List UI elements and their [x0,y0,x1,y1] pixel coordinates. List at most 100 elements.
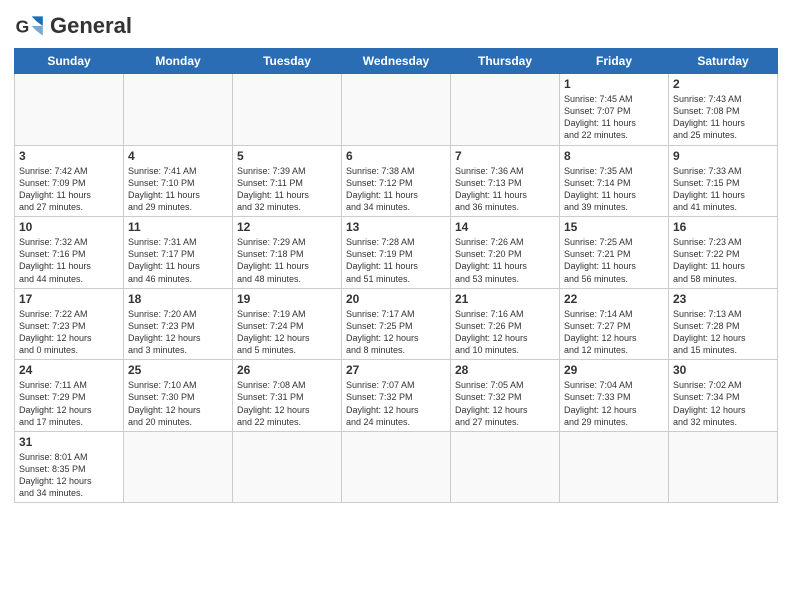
calendar-cell: 6 Sunrise: 7:38 AM Sunset: 7:12 PM Daylig… [342,145,451,217]
day-number: 16 [673,220,773,234]
svg-text:G: G [16,16,30,36]
day-number: 17 [19,292,119,306]
calendar-cell [124,74,233,146]
calendar-cell: 8 Sunrise: 7:35 AM Sunset: 7:14 PM Daylig… [560,145,669,217]
weekday-header-tuesday: Tuesday [233,49,342,74]
day-info: Sunrise: 7:02 AM Sunset: 7:34 PM Dayligh… [673,379,773,428]
day-number: 18 [128,292,228,306]
weekday-header-saturday: Saturday [669,49,778,74]
calendar-cell: 22 Sunrise: 7:14 AM Sunset: 7:27 PM Dayli… [560,288,669,360]
calendar-week-row: 3Sunrise: 7:42 AM Sunset: 7:09 PM Daylig… [15,145,778,217]
day-info: Sunrise: 7:22 AM Sunset: 7:23 PM Dayligh… [19,308,119,357]
day-info: Sunrise: 7:39 AM Sunset: 7:11 PM Dayligh… [237,165,337,214]
calendar-cell: 26Sunrise: 7:08 AM Sunset: 7:31 PM Dayli… [233,360,342,432]
day-info: Sunrise: 7:26 AM Sunset: 7:20 PM Dayligh… [455,236,555,285]
calendar-cell [15,74,124,146]
day-info: Sunrise: 7:11 AM Sunset: 7:29 PM Dayligh… [19,379,119,428]
day-number: 13 [346,220,446,234]
calendar-cell: 2 Sunrise: 7:43 AM Sunset: 7:08 PM Daylig… [669,74,778,146]
page: G General SundayMondayTuesdayWednesdayTh… [0,0,792,513]
calendar-cell [451,431,560,503]
calendar-cell: 24Sunrise: 7:11 AM Sunset: 7:29 PM Dayli… [15,360,124,432]
day-info: Sunrise: 7:33 AM Sunset: 7:15 PM Dayligh… [673,165,773,214]
logo-text: General [50,15,132,37]
calendar-cell: 25 Sunrise: 7:10 AM Sunset: 7:30 PM Dayli… [124,360,233,432]
day-number: 12 [237,220,337,234]
day-number: 6 [346,149,446,163]
calendar-cell [233,431,342,503]
calendar-cell [342,431,451,503]
day-info: Sunrise: 8:01 AM Sunset: 8:35 PM Dayligh… [19,451,119,500]
day-number: 11 [128,220,228,234]
day-number: 25 [128,363,228,377]
calendar-cell [560,431,669,503]
calendar-cell: 27Sunrise: 7:07 AM Sunset: 7:32 PM Dayli… [342,360,451,432]
day-number: 19 [237,292,337,306]
day-number: 3 [19,149,119,163]
day-info: Sunrise: 7:38 AM Sunset: 7:12 PM Dayligh… [346,165,446,214]
calendar-week-row: 10Sunrise: 7:32 AM Sunset: 7:16 PM Dayli… [15,217,778,289]
day-info: Sunrise: 7:17 AM Sunset: 7:25 PM Dayligh… [346,308,446,357]
day-number: 15 [564,220,664,234]
logo-icon: G [14,10,46,42]
logo: G General [14,10,132,42]
weekday-header-wednesday: Wednesday [342,49,451,74]
day-info: Sunrise: 7:20 AM Sunset: 7:23 PM Dayligh… [128,308,228,357]
weekday-header-row: SundayMondayTuesdayWednesdayThursdayFrid… [15,49,778,74]
calendar-table: SundayMondayTuesdayWednesdayThursdayFrid… [14,48,778,503]
day-number: 22 [564,292,664,306]
day-info: Sunrise: 7:35 AM Sunset: 7:14 PM Dayligh… [564,165,664,214]
calendar-cell: 29Sunrise: 7:04 AM Sunset: 7:33 PM Dayli… [560,360,669,432]
day-number: 31 [19,435,119,449]
calendar-cell: 15 Sunrise: 7:25 AM Sunset: 7:21 PM Dayli… [560,217,669,289]
calendar-cell: 7Sunrise: 7:36 AM Sunset: 7:13 PM Daylig… [451,145,560,217]
day-number: 14 [455,220,555,234]
calendar-cell: 9 Sunrise: 7:33 AM Sunset: 7:15 PM Daylig… [669,145,778,217]
calendar-cell: 12 Sunrise: 7:29 AM Sunset: 7:18 PM Dayli… [233,217,342,289]
calendar-cell: 4 Sunrise: 7:41 AM Sunset: 7:10 PM Daylig… [124,145,233,217]
calendar-week-row: 31 Sunrise: 8:01 AM Sunset: 8:35 PM Dayli… [15,431,778,503]
day-number: 26 [237,363,337,377]
calendar-cell: 11 Sunrise: 7:31 AM Sunset: 7:17 PM Dayli… [124,217,233,289]
day-number: 27 [346,363,446,377]
calendar-cell: 30 Sunrise: 7:02 AM Sunset: 7:34 PM Dayli… [669,360,778,432]
day-info: Sunrise: 7:29 AM Sunset: 7:18 PM Dayligh… [237,236,337,285]
day-number: 30 [673,363,773,377]
calendar-cell: 31 Sunrise: 8:01 AM Sunset: 8:35 PM Dayli… [15,431,124,503]
day-number: 5 [237,149,337,163]
calendar-cell: 19 Sunrise: 7:19 AM Sunset: 7:24 PM Dayli… [233,288,342,360]
day-number: 9 [673,149,773,163]
day-info: Sunrise: 7:28 AM Sunset: 7:19 PM Dayligh… [346,236,446,285]
day-number: 2 [673,77,773,91]
day-number: 8 [564,149,664,163]
day-number: 4 [128,149,228,163]
calendar-cell: 23Sunrise: 7:13 AM Sunset: 7:28 PM Dayli… [669,288,778,360]
header: G General [14,10,778,42]
day-info: Sunrise: 7:14 AM Sunset: 7:27 PM Dayligh… [564,308,664,357]
day-info: Sunrise: 7:25 AM Sunset: 7:21 PM Dayligh… [564,236,664,285]
day-info: Sunrise: 7:31 AM Sunset: 7:17 PM Dayligh… [128,236,228,285]
calendar-cell: 17 Sunrise: 7:22 AM Sunset: 7:23 PM Dayli… [15,288,124,360]
day-number: 28 [455,363,555,377]
calendar-cell: 10Sunrise: 7:32 AM Sunset: 7:16 PM Dayli… [15,217,124,289]
day-info: Sunrise: 7:41 AM Sunset: 7:10 PM Dayligh… [128,165,228,214]
calendar-week-row: 1Sunrise: 7:45 AM Sunset: 7:07 PM Daylig… [15,74,778,146]
weekday-header-monday: Monday [124,49,233,74]
day-info: Sunrise: 7:19 AM Sunset: 7:24 PM Dayligh… [237,308,337,357]
day-number: 23 [673,292,773,306]
day-number: 21 [455,292,555,306]
calendar-week-row: 24Sunrise: 7:11 AM Sunset: 7:29 PM Dayli… [15,360,778,432]
day-info: Sunrise: 7:05 AM Sunset: 7:32 PM Dayligh… [455,379,555,428]
day-number: 20 [346,292,446,306]
calendar-cell: 1Sunrise: 7:45 AM Sunset: 7:07 PM Daylig… [560,74,669,146]
day-info: Sunrise: 7:43 AM Sunset: 7:08 PM Dayligh… [673,93,773,142]
day-info: Sunrise: 7:16 AM Sunset: 7:26 PM Dayligh… [455,308,555,357]
calendar-cell: 5 Sunrise: 7:39 AM Sunset: 7:11 PM Daylig… [233,145,342,217]
day-info: Sunrise: 7:10 AM Sunset: 7:30 PM Dayligh… [128,379,228,428]
calendar-cell [124,431,233,503]
weekday-header-sunday: Sunday [15,49,124,74]
calendar-cell: 13 Sunrise: 7:28 AM Sunset: 7:19 PM Dayli… [342,217,451,289]
day-info: Sunrise: 7:23 AM Sunset: 7:22 PM Dayligh… [673,236,773,285]
day-info: Sunrise: 7:04 AM Sunset: 7:33 PM Dayligh… [564,379,664,428]
calendar-cell [669,431,778,503]
